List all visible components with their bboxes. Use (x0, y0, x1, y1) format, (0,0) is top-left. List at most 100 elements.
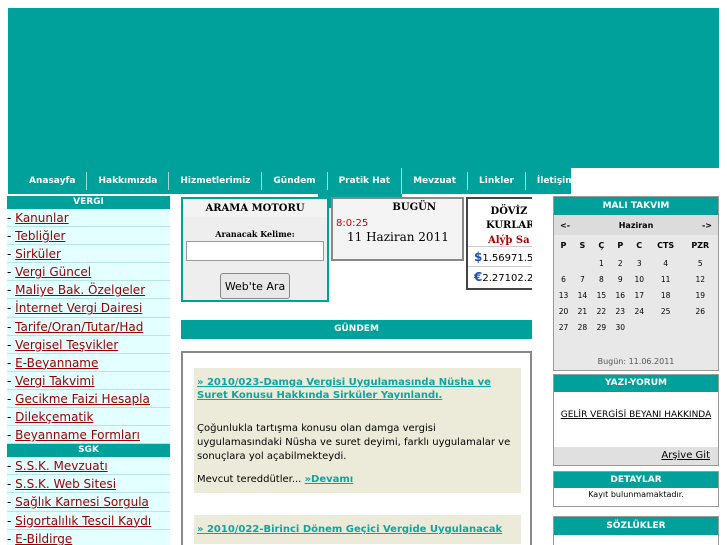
nav-iletisim[interactable]: İletişim (526, 172, 586, 190)
article-link[interactable]: GELİR VERGİSİ BEYANI HAKKINDA (554, 408, 718, 422)
menu-item-beyanname-formlari[interactable]: - Beyanname Formları (7, 426, 170, 445)
menu-item-kanunlar[interactable]: - Kanunlar (7, 209, 170, 228)
currency-columns: Alýþ Sa (488, 235, 530, 246)
nav-pratik-hat[interactable]: Pratik Hat (327, 168, 403, 194)
left-menu: VERGI - Kanunlar - Tebliğler - Sirküler … (7, 196, 170, 545)
calendar-today: Bugün: 11.06.2011 (597, 357, 675, 366)
calendar-day[interactable]: 18 (649, 287, 683, 303)
details-text: Kayıt bulunmamaktadır. (588, 490, 684, 499)
calendar-month-bar: <- Haziran -> (554, 215, 718, 235)
today-box: BUGÜN 8:0:25 11 Haziran 2011 (331, 197, 464, 261)
calendar-day[interactable]: 2 (611, 255, 630, 271)
nav-mevzuat[interactable]: Mevzuat (402, 172, 469, 190)
calendar-day[interactable]: 14 (573, 287, 592, 303)
menu-item-sirkuler[interactable]: - Sirküler (7, 245, 170, 264)
currency-row-eur: €2.27102.2 (468, 266, 532, 286)
calendar-day[interactable]: 12 (683, 271, 718, 287)
menu-item-tebligler[interactable]: - Tebliğler (7, 227, 170, 246)
calendar-day[interactable]: 15 (592, 287, 611, 303)
current-time: 8:0:25 (336, 218, 369, 229)
calendar-day[interactable]: 10 (630, 271, 649, 287)
read-more-link[interactable]: »Devamı (305, 474, 354, 485)
calendar-day[interactable]: 23 (611, 303, 630, 319)
search-input[interactable] (186, 241, 324, 261)
calendar-title: MALI TAKVIM (554, 197, 718, 215)
menu-item-vergisel-tesvikler[interactable]: - Vergisel Teşvikler (7, 336, 170, 354)
calendar-day[interactable]: 8 (592, 271, 611, 287)
search-box: ARAMA MOTORU Aranacak Kelime: Web'te Ara (181, 197, 329, 302)
calendar-day[interactable]: 13 (554, 287, 573, 303)
menu-item-dilekcematik[interactable]: - Dilekçematik (7, 408, 170, 427)
calendar-day[interactable]: 1 (592, 255, 611, 271)
menu-item-gecikme-faizi[interactable]: - Gecikme Faizi Hesapla (7, 390, 170, 409)
search-label: Aranacak Kelime: (215, 229, 295, 239)
calendar-day[interactable]: 20 (554, 303, 573, 319)
menu-item-vergi-takvimi[interactable]: - Vergi Takvimi (7, 372, 170, 390)
calendar-day[interactable]: 9 (611, 271, 630, 287)
news-more: Mevcut tereddütler... »Devamı (197, 474, 354, 485)
details-title: DETAYLAR (554, 472, 718, 488)
currency-row-usd: $1.56971.5 (468, 246, 532, 266)
current-date: 11 Haziran 2011 (347, 230, 449, 244)
vergi-section-title: VERGI (7, 196, 170, 209)
menu-item-saglik-karnesi[interactable]: - Sağlık Karnesi Sorgula (7, 493, 170, 512)
calendar-day[interactable]: 17 (630, 287, 649, 303)
calendar-day[interactable]: 28 (573, 319, 592, 335)
calendar-day[interactable]: 11 (649, 271, 683, 287)
nav-hizmetlerimiz[interactable]: Hizmetlerimiz (169, 172, 263, 190)
news-item: » 2010/023-Damga Vergisi Uygulamasında N… (194, 368, 521, 493)
today-title: BUGÜN (392, 202, 436, 213)
nav-anasayfa[interactable]: Anasayfa (18, 172, 88, 190)
news-item: » 2010/022-Birinci Dönem Geçici Vergide … (194, 515, 521, 544)
calendar-day[interactable]: 27 (554, 319, 573, 335)
archive-link[interactable]: Arşive Git (554, 447, 718, 465)
calendar-day[interactable]: 22 (592, 303, 611, 319)
dictionary-title: SÖZLÜKLER (554, 517, 718, 535)
nav-linkler[interactable]: Linkler (468, 172, 526, 190)
currency-title: DÖVİZ KURLAR (486, 206, 532, 231)
article-title: YAZI-YORUM (554, 375, 718, 392)
news-title-link[interactable]: » 2010/023-Damga Vergisi Uygulamasında N… (197, 376, 518, 402)
news-title-link[interactable]: » 2010/022-Birinci Dönem Geçici Vergide … (197, 523, 518, 536)
currency-box: DÖVİZ KURLAR Alýþ Sa $1.56971.5 €2.27102.… (466, 197, 532, 290)
calendar-day[interactable]: 3 (630, 255, 649, 271)
news-summary: Çoğunlukla tartışma konusu olan damga ve… (197, 423, 511, 462)
next-month-button[interactable]: -> (702, 221, 712, 230)
calendar-day[interactable]: 21 (573, 303, 592, 319)
nav-gundem[interactable]: Gündem (262, 172, 328, 190)
gundem-news-list: » 2010/023-Damga Vergisi Uygulamasında N… (181, 351, 532, 545)
menu-item-vergi-guncel[interactable]: - Vergi Güncel (7, 263, 170, 282)
calendar-day[interactable]: 16 (611, 287, 630, 303)
calendar-grid: P S Ç P C CTS PZR 12345 6 7 8 9 10 11 12 13 14 15 16 17 1… (554, 235, 718, 335)
gundem-title: GÜNDEM (181, 320, 532, 339)
nav-hakkimizda[interactable]: Hakkımızda (87, 172, 170, 190)
calendar-day[interactable]: 7 (573, 271, 592, 287)
article-box: YAZI-YORUM GELİR VERGİSİ BEYANI HAKKINDA… (553, 374, 719, 466)
fiscal-calendar: MALI TAKVIM <- Haziran -> P S Ç P C CTS PZR 12… (553, 196, 719, 371)
calendar-day[interactable]: 24 (630, 303, 649, 319)
calendar-day[interactable]: 4 (649, 255, 683, 271)
calendar-day[interactable]: 29 (592, 319, 611, 335)
menu-item-ssk-web-sitesi[interactable]: - S.S.K. Web Sitesi (7, 475, 170, 494)
web-search-button[interactable]: Web'te Ara (220, 273, 290, 299)
calendar-month: Haziran (618, 220, 654, 230)
calendar-day[interactable]: 19 (683, 287, 718, 303)
menu-item-maliye-ozelgeler[interactable]: - Maliye Bak. Özelgeler (7, 281, 170, 300)
menu-item-tarife[interactable]: - Tarife/Oran/Tutar/Had (7, 318, 170, 336)
prev-month-button[interactable]: <- (560, 221, 570, 230)
calendar-day[interactable]: 25 (649, 303, 683, 319)
calendar-day[interactable]: 5 (683, 255, 718, 271)
header-banner (8, 8, 719, 168)
calendar-day[interactable]: 30 (611, 319, 630, 335)
menu-item-e-beyanname[interactable]: - E-Beyanname (7, 354, 170, 372)
menu-item-e-bildirge[interactable]: - E-Bildirge (7, 530, 170, 545)
menu-item-sigortalilik-tescil[interactable]: - Sigortalılık Tescil Kaydı (7, 512, 170, 530)
calendar-day[interactable]: 6 (554, 271, 573, 287)
dictionary-box: SÖZLÜKLER (553, 516, 719, 545)
main-nav: Anasayfa Hakkımızda Hizmetlerimiz Gündem… (8, 168, 575, 194)
menu-item-internet-vergi-dairesi[interactable]: - İnternet Vergi Dairesi (7, 299, 170, 318)
search-title: ARAMA MOTORU (183, 199, 327, 217)
sgk-section-title: SGK (7, 444, 170, 458)
calendar-day[interactable]: 26 (683, 303, 718, 319)
menu-item-ssk-mevzuati[interactable]: - S.S.K. Mevzuatı (7, 457, 170, 476)
